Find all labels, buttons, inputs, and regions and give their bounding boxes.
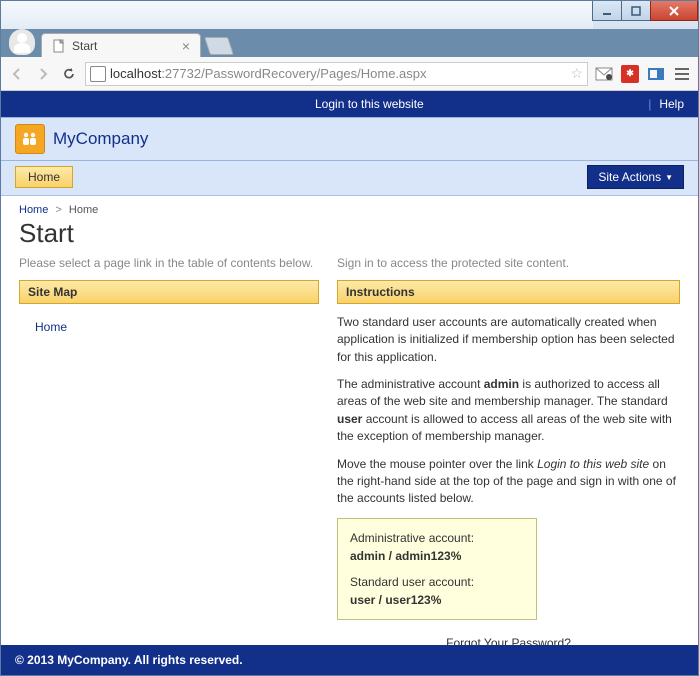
browser-tab-strip: Start × — [1, 29, 698, 57]
browser-menu-icon[interactable] — [672, 64, 692, 84]
chevron-down-icon: ▼ — [665, 173, 673, 182]
site-identity-icon — [90, 66, 106, 82]
right-intro-text: Sign in to access the protected site con… — [337, 255, 680, 272]
url-host: localhost — [110, 66, 161, 81]
tab-close-icon[interactable]: × — [182, 38, 190, 54]
user-account-value: user / user123% — [350, 593, 441, 607]
forward-button[interactable] — [33, 64, 53, 84]
admin-account-label: Administrative account: — [350, 529, 524, 547]
bookmark-star-icon[interactable]: ☆ — [570, 65, 583, 82]
mail-icon[interactable] — [594, 64, 614, 84]
instructions-para-3: Move the mouse pointer over the link Log… — [337, 456, 680, 508]
instructions-para-2: The administrative account admin is auth… — [337, 376, 680, 446]
user-account-label: Standard user account: — [350, 573, 524, 591]
login-bar: Login to this website | Help — [1, 91, 698, 117]
tab-title: Start — [72, 39, 97, 53]
new-tab-button[interactable] — [204, 37, 234, 55]
page-title: Start — [19, 218, 680, 249]
company-logo-icon — [15, 124, 45, 154]
instructions-header: Instructions — [337, 280, 680, 304]
login-link[interactable]: Login to this website — [315, 97, 424, 111]
right-column: Sign in to access the protected site con… — [337, 255, 680, 645]
left-intro-text: Please select a page link in the table o… — [19, 255, 319, 272]
sitemap-header: Site Map — [19, 280, 319, 304]
instructions-para-1: Two standard user accounts are automatic… — [337, 314, 680, 366]
site-footer: © 2013 MyCompany. All rights reserved. — [1, 645, 698, 675]
help-link[interactable]: Help — [659, 97, 684, 111]
browser-tab[interactable]: Start × — [41, 33, 201, 57]
extension-icon[interactable]: ✱ — [620, 64, 640, 84]
company-name: MyCompany — [53, 129, 148, 149]
window-maximize-button[interactable] — [621, 1, 651, 21]
page-icon — [52, 39, 66, 53]
url-path: /PasswordRecovery/Pages/Home.aspx — [201, 66, 426, 81]
forgot-password-block: Forgot Your Password? Enter your User Na… — [337, 636, 680, 645]
devtools-panel-icon[interactable] — [646, 64, 666, 84]
separator: | — [648, 97, 651, 111]
reload-button[interactable] — [59, 64, 79, 84]
sitemap-home-link[interactable]: Home — [19, 314, 319, 340]
site-actions-dropdown[interactable]: Site Actions ▼ — [587, 165, 684, 189]
admin-account-value: admin / admin123% — [350, 549, 461, 563]
page-content: Home > Home Start Please select a page l… — [1, 196, 698, 645]
window-minimize-button[interactable] — [592, 1, 622, 21]
main-menu: Home Site Actions ▼ — [1, 161, 698, 196]
left-column: Please select a page link in the table o… — [19, 255, 319, 645]
breadcrumb-current: Home — [69, 204, 98, 216]
profile-icon[interactable] — [9, 29, 35, 55]
breadcrumb: Home > Home — [19, 204, 680, 216]
nav-home-button[interactable]: Home — [15, 166, 73, 188]
site-actions-label: Site Actions — [598, 170, 661, 184]
url-port: :27732 — [161, 66, 201, 81]
window-close-button[interactable] — [650, 1, 698, 21]
forgot-title: Forgot Your Password? — [337, 636, 680, 645]
back-button[interactable] — [7, 64, 27, 84]
credentials-box: Administrative account: admin / admin123… — [337, 518, 537, 620]
site-header: MyCompany — [1, 117, 698, 161]
window-titlebar — [1, 1, 698, 29]
address-bar[interactable]: localhost:27732/PasswordRecovery/Pages/H… — [85, 62, 588, 86]
breadcrumb-root[interactable]: Home — [19, 204, 48, 216]
browser-toolbar: localhost:27732/PasswordRecovery/Pages/H… — [1, 57, 698, 91]
